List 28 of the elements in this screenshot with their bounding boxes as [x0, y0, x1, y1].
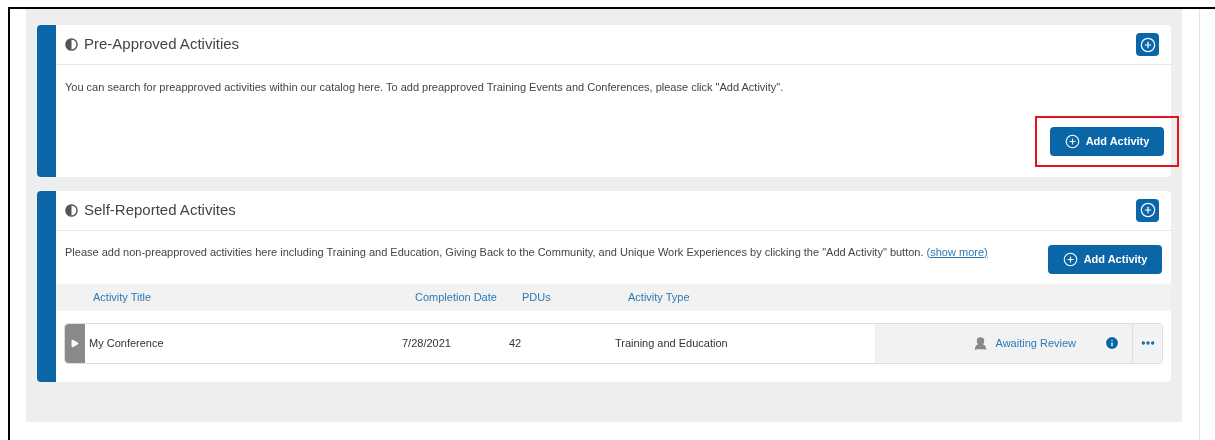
plus-circle-icon [1139, 202, 1156, 218]
info-icon[interactable] [1104, 335, 1120, 351]
person-icon [972, 335, 988, 351]
add-activity-button[interactable]: Add Activity [1048, 244, 1162, 274]
plus-circle-icon [1062, 251, 1078, 267]
section-description: Please add non-preapproved activities here including Training and Education, Giving Back to the Community, and Unique Work Experiences by clicking the "Add Activity" button. (show more) [65, 244, 989, 260]
add-activity-button[interactable]: Add Activity [1050, 126, 1164, 156]
status-link[interactable]: Awaiting Review [995, 334, 1076, 352]
table-cell-text: My Conference [89, 335, 165, 351]
expand-button[interactable] [1136, 198, 1159, 222]
column-header[interactable]: PDUs [522, 288, 628, 306]
plus-circle-icon [1064, 133, 1080, 149]
expand-toggle[interactable] [65, 323, 85, 363]
column-header[interactable]: Completion Date [415, 288, 522, 306]
table-cell-text: 7/28/2021 [402, 335, 452, 351]
half-circle-icon [65, 203, 78, 217]
expand-button[interactable] [1136, 33, 1159, 56]
plus-circle-icon [1139, 36, 1156, 53]
table-cell-text: 42 [509, 335, 523, 351]
section-title: Pre-Approved Activities [84, 34, 240, 55]
table-cell-text: Training and Education [615, 335, 729, 351]
column-header[interactable]: Activity Title [93, 288, 415, 306]
show-more-link[interactable]: (show more) [926, 245, 988, 258]
half-circle-icon [65, 38, 78, 51]
caret-icon [70, 338, 80, 348]
section-title: Self-Reported Activites [84, 199, 236, 220]
section-description: You can search for preapproved activities within our catalog here. To add preapproved Training Events and Conferences, please click "Add Activity". [65, 80, 785, 95]
column-header[interactable]: Activity Type [628, 288, 888, 306]
